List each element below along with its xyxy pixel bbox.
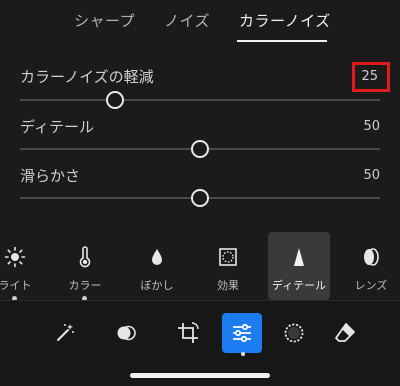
magic-wand-icon[interactable]: [45, 313, 85, 353]
slider-value-detail[interactable]: 50: [363, 119, 380, 134]
active-tab-underline: [237, 40, 327, 42]
slider-label-smoothness: 滑らかさ: [20, 167, 81, 185]
tab-color-noise[interactable]: カラーノイズ: [239, 10, 331, 31]
bottom-toolbar: [0, 301, 400, 386]
slider-value-color-noise-reduction[interactable]: 25: [361, 69, 378, 84]
selective-circle-icon[interactable]: [274, 313, 314, 353]
tool-label: ぼかし: [140, 279, 174, 292]
slider-knob-color-noise-reduction[interactable]: [106, 91, 124, 109]
slider-knob-detail[interactable]: [191, 140, 209, 158]
slider-value-smoothness[interactable]: 50: [363, 168, 380, 183]
vignette-icon: [197, 246, 259, 268]
slider-track-color-noise-reduction[interactable]: [20, 99, 380, 101]
top-tabs: シャープ ノイズ カラーノイズ: [0, 0, 400, 48]
tab-sharpen[interactable]: シャープ: [74, 10, 135, 31]
crop-icon[interactable]: [168, 313, 208, 353]
tab-noise[interactable]: ノイズ: [164, 10, 210, 31]
sun-icon: [0, 246, 46, 268]
edit-sliders-icon[interactable]: [222, 313, 262, 353]
slider-knob-smoothness[interactable]: [191, 189, 209, 207]
tool-label: レンズ: [354, 279, 388, 292]
tool-blur[interactable]: ぼかし: [126, 232, 188, 300]
drop-icon: [126, 246, 188, 268]
tool-label: ディテール: [271, 279, 327, 292]
thermometer-icon: [54, 246, 116, 268]
tool-light[interactable]: ライト: [0, 232, 46, 301]
slider-label-color-noise-reduction: カラーノイズの軽減: [20, 68, 154, 86]
tool-color[interactable]: カラー: [54, 232, 116, 301]
tool-label: カラー: [68, 279, 102, 292]
mask-circles-icon[interactable]: [106, 313, 146, 353]
detail-triangle-icon: [268, 246, 330, 268]
slider-label-detail: ディテール: [20, 118, 94, 136]
tool-strip: ライト カラー ぼかし 効果 ディテール レンズ: [0, 232, 400, 301]
lens-icon: [340, 246, 400, 268]
tool-effects[interactable]: 効果: [197, 232, 259, 300]
tool-detail[interactable]: ディテール: [268, 232, 330, 300]
tool-lens[interactable]: レンズ: [340, 232, 400, 300]
home-indicator[interactable]: [130, 373, 270, 378]
tool-label: 効果: [217, 279, 239, 292]
eraser-icon[interactable]: [325, 313, 365, 353]
tool-label: ライト: [0, 279, 32, 292]
active-tool-dot: [241, 352, 245, 356]
